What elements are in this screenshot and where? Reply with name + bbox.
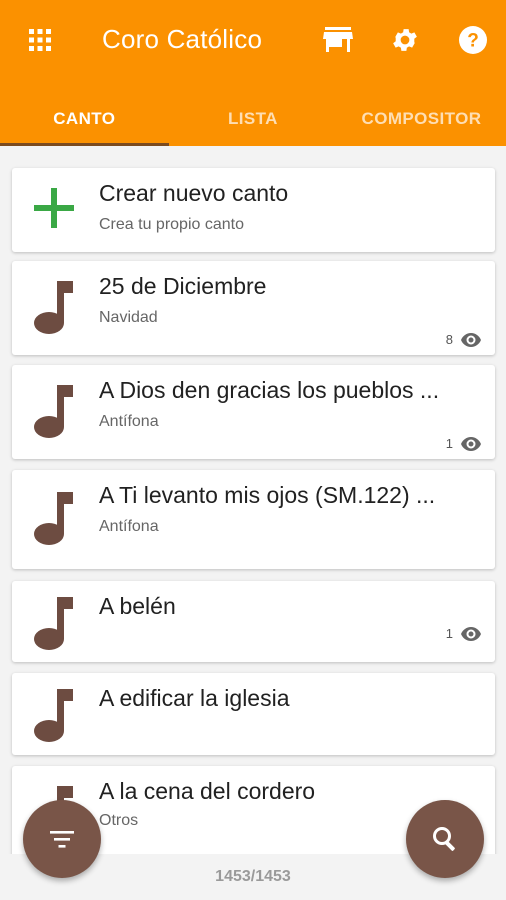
song-title: A Ti levanto mis ojos (SM.122) ... [99,482,436,508]
eye-icon [461,436,481,451]
song-title: A la cena del cordero [99,778,316,804]
tab-label: COMPOSITOR [361,109,482,128]
tab-canto[interactable]: CANTO [0,92,169,146]
tab-lista[interactable]: LISTA [169,92,338,146]
view-count-value: 1 [445,626,453,641]
view-count-value: 8 [445,332,453,347]
song-category: Otros [99,812,139,829]
create-song-subtitle: Crea tu propio canto [99,216,244,233]
search-button[interactable] [406,800,484,878]
music-note-icon [32,595,80,651]
song-item[interactable]: A Ti levanto mis ojos (SM.122) ... Antíf… [12,470,495,569]
create-song-title: Crear nuevo canto [99,180,289,206]
music-note-icon [32,279,80,335]
eye-icon [461,332,481,347]
plus-icon [32,186,80,242]
create-song-card[interactable]: Crear nuevo canto Crea tu propio canto [12,168,495,252]
song-item[interactable]: A Dios den gracias los pueblos ... Antíf… [12,365,495,459]
app-title: Coro Católico [102,24,263,54]
eye-icon [461,626,481,641]
svg-text:?: ? [467,31,479,52]
view-count-value: 1 [445,436,453,451]
tab-label: CANTO [53,109,116,128]
search-icon [433,827,455,851]
song-category: Antífona [99,518,159,535]
song-title: A belén [99,593,176,619]
store-icon[interactable] [320,22,356,58]
filter-button[interactable] [23,800,101,878]
song-title: A edificar la iglesia [99,685,290,711]
filter-icon [50,831,74,848]
music-note-icon [32,490,80,546]
view-count: 8 [446,332,481,347]
view-count: 1 [446,626,481,641]
song-item[interactable]: A edificar la iglesia [12,673,495,755]
song-title: A Dios den gracias los pueblos ... [99,377,440,403]
tab-label: LISTA [227,109,278,128]
music-note-icon [32,687,80,743]
song-list[interactable]: Crear nuevo canto Crea tu propio canto 2… [0,146,506,854]
view-count: 1 [446,436,481,451]
help-icon[interactable]: ? [455,22,491,58]
tab-compositor[interactable]: COMPOSITOR [337,92,506,146]
song-item[interactable]: A belén 1 [12,581,495,662]
tab-bar: CANTO LISTA COMPOSITOR [0,92,506,146]
song-category: Navidad [99,309,158,326]
song-count-value: 1453/1453 [215,868,291,885]
apps-grid-icon[interactable] [22,22,58,58]
music-note-icon [32,383,80,439]
settings-gear-icon[interactable] [387,22,423,58]
app-bar: Coro Católico ? CANTO LISTA COMPOSITOR [0,0,506,146]
song-category: Antífona [99,413,159,430]
song-item[interactable]: 25 de Diciembre Navidad 8 [12,261,495,355]
song-title: 25 de Diciembre [99,273,267,299]
